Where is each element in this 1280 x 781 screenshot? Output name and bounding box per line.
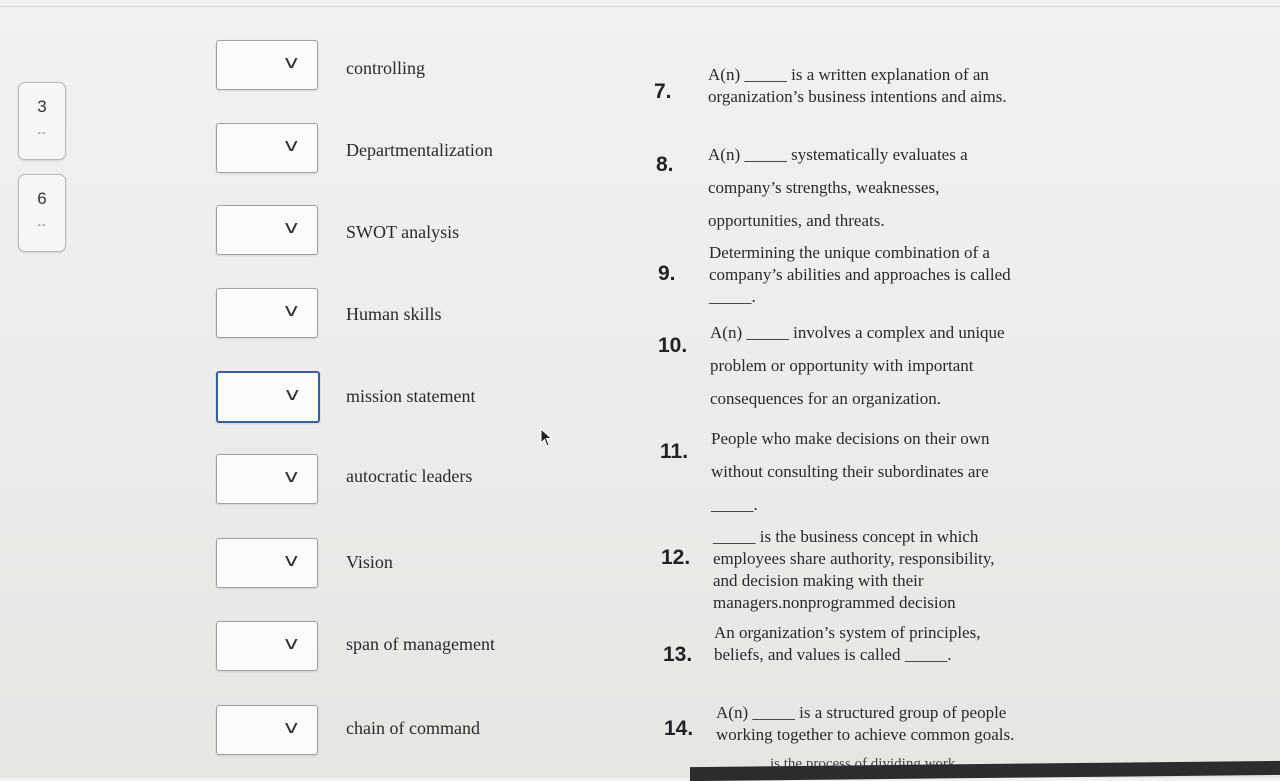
question-number: 9. (658, 262, 676, 285)
chevron-down-icon: v (285, 384, 300, 405)
question-text: A(n) _____ involves a complex and unique… (710, 316, 1005, 415)
question-line: A(n) _____ systematically evaluates a (708, 145, 968, 164)
chevron-down-icon: v (284, 217, 299, 238)
question-line: working together to achieve common goals… (716, 725, 1015, 744)
question-text: An organization’s system of principles, … (714, 622, 980, 666)
page-nav-card-6[interactable]: 6 -- (18, 174, 66, 252)
question-number: 7. (654, 80, 672, 103)
chevron-down-icon: v (284, 717, 299, 738)
chevron-down-icon: v (284, 466, 299, 487)
question-line: A(n) _____ is a written explanation of a… (708, 65, 989, 84)
term-label: chain of command (346, 718, 480, 738)
question-line: problem or opportunity with important (710, 356, 974, 375)
answer-dropdown-1[interactable]: v (216, 40, 318, 90)
top-divider (0, 6, 1280, 7)
question-number: 12. (661, 546, 691, 569)
question-line: An organization’s system of principles, (714, 623, 981, 642)
question-line: company’s strengths, weaknesses, (708, 178, 940, 197)
term-label: mission statement (346, 386, 476, 406)
question-line: consequences for an organization. (710, 389, 941, 408)
chevron-down-icon: v (284, 52, 299, 73)
question-line: company’s abilities and approaches is ca… (709, 265, 1011, 284)
question-line: organization’s business intentions and a… (708, 87, 1007, 106)
question-text: Determining the unique combination of a … (709, 242, 1011, 308)
term-label: span of management (346, 634, 495, 654)
question-line: Determining the unique combination of a (709, 243, 990, 262)
term-label: Vision (346, 552, 393, 572)
answer-dropdown-3[interactable]: v (216, 205, 318, 255)
question-line: _____ is the business concept in which (713, 527, 979, 546)
mouse-cursor-icon (540, 428, 553, 447)
question-text: _____ is the business concept in which e… (713, 526, 995, 614)
answer-dropdown-4[interactable]: v (216, 288, 318, 338)
question-line: _____. (711, 495, 758, 514)
question-line: and decision making with their (713, 571, 924, 590)
question-line: employees share authority, responsibilit… (713, 549, 995, 568)
question-number: 11. (660, 440, 689, 463)
term-label: SWOT analysis (346, 222, 460, 242)
answer-dropdown-5[interactable]: v (216, 371, 320, 423)
question-line: opportunities, and threats. (708, 211, 885, 230)
question-line: beliefs, and values is called _____. (714, 645, 952, 664)
chevron-down-icon: v (284, 300, 299, 321)
page-nav-status: -- (37, 127, 47, 139)
page-nav-card-3[interactable]: 3 -- (18, 82, 66, 160)
page-nav-status: -- (37, 219, 47, 231)
answer-dropdown-6[interactable]: v (216, 454, 318, 504)
question-text: A(n) _____ systematically evaluates a co… (708, 138, 968, 237)
question-line: _____. (709, 287, 756, 306)
question-line: managers.nonprogrammed decision (713, 593, 956, 612)
answer-dropdown-7[interactable]: v (216, 538, 318, 588)
page-nav-number: 6 (37, 189, 47, 208)
question-text: A(n) _____ is a written explanation of a… (708, 64, 1007, 108)
question-number: 14. (664, 717, 694, 740)
chevron-down-icon: v (284, 550, 299, 571)
term-label: Human skills (346, 304, 442, 324)
term-label: autocratic leaders (346, 466, 473, 486)
term-label: Departmentalization (346, 140, 493, 160)
question-number: 13. (663, 643, 693, 666)
question-line: without consulting their subordinates ar… (711, 462, 989, 481)
question-line: A(n) _____ is a structured group of peop… (716, 703, 1007, 722)
question-number: 10. (658, 334, 688, 357)
answer-dropdown-8[interactable]: v (216, 621, 318, 671)
answer-dropdown-9[interactable]: v (216, 705, 318, 755)
question-number: 8. (656, 153, 674, 176)
question-line: A(n) _____ involves a complex and unique (710, 323, 1005, 342)
question-text: A(n) _____ is a structured group of peop… (716, 702, 1014, 746)
question-line: People who make decisions on their own (711, 429, 990, 448)
page-nav-number: 3 (37, 97, 47, 116)
answer-dropdown-2[interactable]: v (216, 123, 318, 173)
chevron-down-icon: v (284, 633, 299, 654)
question-text: People who make decisions on their own w… (711, 422, 990, 521)
chevron-down-icon: v (284, 135, 299, 156)
term-label: controlling (346, 58, 425, 78)
